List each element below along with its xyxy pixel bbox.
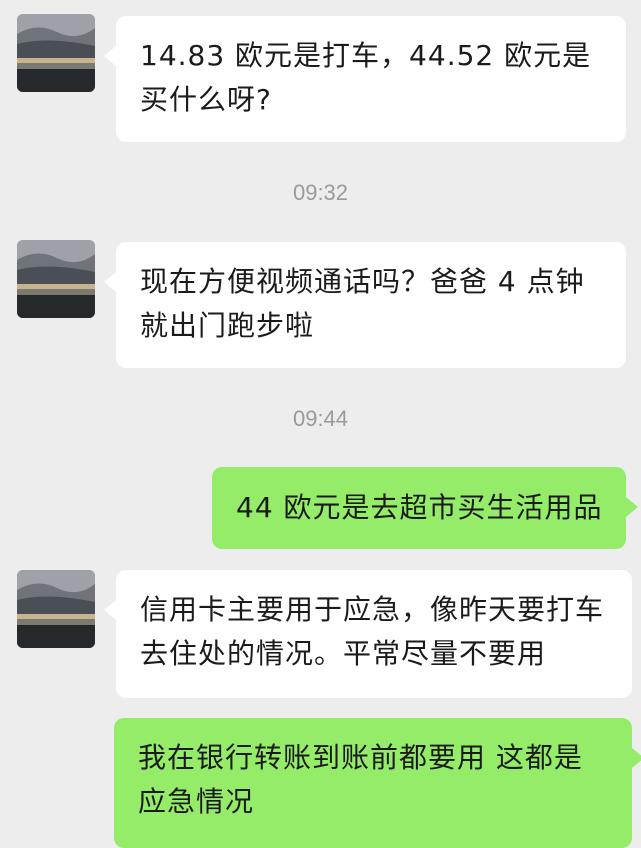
message-bubble-incoming[interactable]: 信用卡主要用于应急，像昨天要打车去住处的情况。平常尽量不要用	[104, 570, 632, 698]
message-text: 信用卡主要用于应急，像昨天要打车去住处的情况。平常尽量不要用	[140, 593, 605, 670]
message-text: 我在银行转账到账前都要用 这都是应急情况	[138, 741, 583, 818]
landscape-avatar-image	[17, 240, 95, 318]
contact-avatar[interactable]	[17, 570, 95, 648]
message-bubble-outgoing[interactable]: 44 欧元是去超市买生活用品	[212, 467, 638, 549]
landscape-avatar-image	[17, 14, 95, 92]
message-bubble-outgoing[interactable]: 我在银行转账到账前都要用 这都是应急情况	[114, 718, 641, 848]
landscape-avatar-image	[17, 570, 95, 648]
message-bubble-incoming[interactable]: 14.83 欧元是打车，44.52 欧元是买什么呀?	[104, 16, 626, 142]
message-text: 现在方便视频通话吗？爸爸 4 点钟就出门跑步啦	[140, 265, 585, 342]
chat-message-list[interactable]: 14.83 欧元是打车，44.52 欧元是买什么呀? 09:32 现在方便视频通…	[0, 0, 641, 848]
message-text: 14.83 欧元是打车，44.52 欧元是买什么呀?	[140, 39, 592, 116]
timestamp: 09:32	[292, 180, 349, 205]
message-bubble-incoming[interactable]: 现在方便视频通话吗？爸爸 4 点钟就出门跑步啦	[104, 242, 626, 368]
message-text: 44 欧元是去超市买生活用品	[236, 491, 603, 524]
timestamp: 09:44	[292, 406, 349, 431]
contact-avatar[interactable]	[17, 240, 95, 318]
contact-avatar[interactable]	[17, 14, 95, 92]
